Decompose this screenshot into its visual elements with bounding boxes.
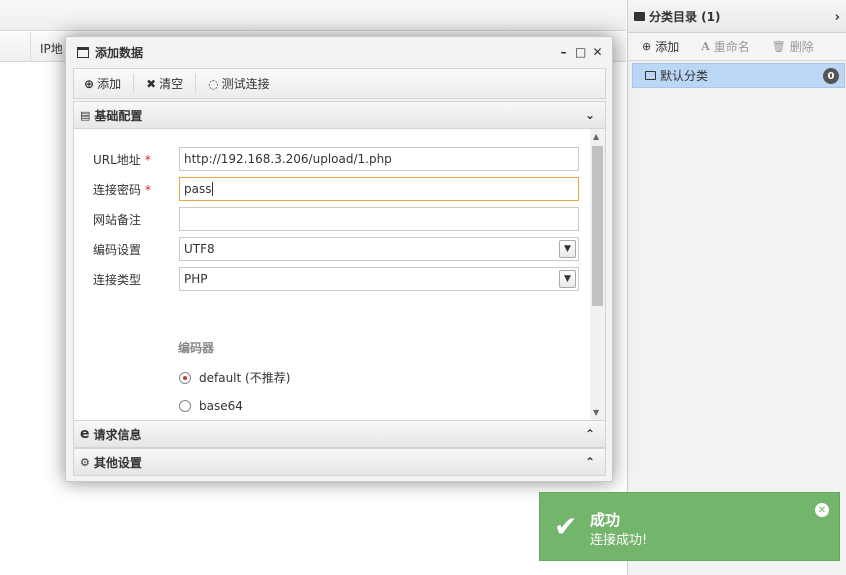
check-icon: ✔ [554,510,578,543]
encoding-row: 编码设置 UTF8 ▼ [93,237,579,261]
panel-scrollbar[interactable]: ▲ ▼ [590,129,605,420]
ie-icon: e [80,426,90,442]
plus-circle-icon: ⊕ [642,40,652,53]
toast-close-icon[interactable]: ✕ [815,503,829,517]
category-item-label: 默认分类 [660,69,709,83]
url-input[interactable]: http://192.168.3.206/upload/1.php [179,147,579,171]
category-add-button[interactable]: ⊕ 添加 [642,38,679,55]
clear-button-label: 清空 [159,77,184,91]
category-rename-button[interactable]: A 重命名 [701,38,750,55]
section-request-label: 请求信息 [93,427,142,442]
url-row: URL地址 * http://192.168.3.206/upload/1.php [93,147,579,171]
section-other-label: 其他设置 [93,455,142,470]
chevron-down-icon: ▼ [559,270,576,288]
scroll-down-icon[interactable]: ▼ [593,408,599,417]
window-controls: – □ ✕ [558,45,603,59]
encoding-label: 编码设置 [93,242,142,257]
radio-icon [179,400,191,412]
spinner-icon: ◌ [208,76,219,91]
encoder-label: 编码器 [178,341,215,355]
close-icon[interactable]: ✕ [592,45,603,59]
scrollbar-thumb[interactable] [592,146,603,306]
section-basic-header[interactable]: ▤ 基础配置 ⌄ [73,101,606,129]
window-icon [77,47,89,58]
folder-open-icon [645,71,656,80]
radio-checked-icon [179,371,191,384]
chevron-down-icon: ▼ [559,240,576,258]
chevron-up-icon: ⌃ [584,427,595,441]
category-toolbar: ⊕ 添加 A 重命名 🗑 删除 [628,33,846,61]
category-count-badge: 0 [823,68,839,84]
category-add-label: 添加 [655,40,680,54]
x-icon: ✖ [146,76,157,91]
password-label: 连接密码 * [93,182,152,197]
dialog-title: 添加数据 [95,46,144,60]
chevron-down-icon: ⌄ [584,108,595,122]
grid-toolbar [0,0,626,31]
encoder-option-label: base64 [199,399,243,413]
scroll-up-icon[interactable]: ▲ [593,132,599,141]
type-value: PHP [184,272,208,286]
note-label: 网站备注 [93,212,142,227]
encoder-option-base64[interactable]: base64 [179,399,243,413]
section-other-header[interactable]: ⚙ 其他设置 ⌃ [73,448,606,476]
note-input[interactable] [179,207,579,231]
category-panel-title: 分类目录 (1) › [628,0,846,33]
success-toast: ✔ 成功 连接成功! ✕ [539,492,840,561]
dialog-titlebar[interactable]: 添加数据 – □ ✕ [66,37,612,68]
maximize-icon[interactable]: □ [575,45,586,59]
add-data-dialog: 添加数据 – □ ✕ ⊕ 添加 ✖ 清空 ◌ 测试连接 ▤ 基础配置 ⌄ URL… [65,36,613,482]
toast-message: 连接成功! [590,533,648,548]
encoder-option-label: default (不推荐) [199,371,291,385]
password-row: 连接密码 * pass [93,177,579,201]
file-icon: ▤ [80,108,91,122]
chevron-up-icon: ⌃ [584,455,595,469]
encoding-select[interactable]: UTF8 ▼ [179,237,579,261]
test-connection-label: 测试连接 [221,77,270,91]
type-label: 连接类型 [93,272,142,287]
plus-circle-icon: ⊕ [84,76,95,91]
add-button[interactable]: ⊕ 添加 [84,74,135,93]
minimize-icon[interactable]: – [558,45,569,59]
column-separator [30,32,31,62]
encoder-option-default[interactable]: default (不推荐) [179,369,290,386]
url-label: URL地址 * [93,152,151,167]
password-input[interactable]: pass [179,177,579,201]
add-button-label: 添加 [97,77,122,91]
category-delete-label: 删除 [789,40,814,54]
category-panel: 分类目录 (1) › ⊕ 添加 A 重命名 🗑 删除 默认分类 0 [627,0,846,575]
trash-icon: 🗑 [771,40,786,53]
category-item-default[interactable]: 默认分类 0 [632,63,845,88]
category-rename-label: 重命名 [713,40,750,54]
section-request-header[interactable]: e 请求信息 ⌃ [73,420,606,448]
clear-button[interactable]: ✖ 清空 [146,74,197,93]
column-header-ip[interactable]: IP地 [40,40,63,57]
encoding-value: UTF8 [184,242,215,256]
chevron-right-icon[interactable]: › [835,10,840,25]
category-delete-button[interactable]: 🗑 删除 [772,38,814,55]
toast-title: 成功 [590,511,621,529]
section-basic-label: 基础配置 [94,108,143,123]
test-connection-button[interactable]: ◌ 测试连接 [208,74,282,93]
type-select[interactable]: PHP ▼ [179,267,579,291]
folder-icon [634,11,645,21]
gears-icon: ⚙ [80,455,90,469]
basic-config-panel: URL地址 * http://192.168.3.206/upload/1.php… [73,129,606,420]
font-icon: A [701,40,710,53]
dialog-toolbar: ⊕ 添加 ✖ 清空 ◌ 测试连接 [73,68,606,99]
note-row: 网站备注 [93,207,579,231]
type-row: 连接类型 PHP ▼ [93,267,579,291]
category-title-text: 分类目录 (1) [649,9,721,24]
